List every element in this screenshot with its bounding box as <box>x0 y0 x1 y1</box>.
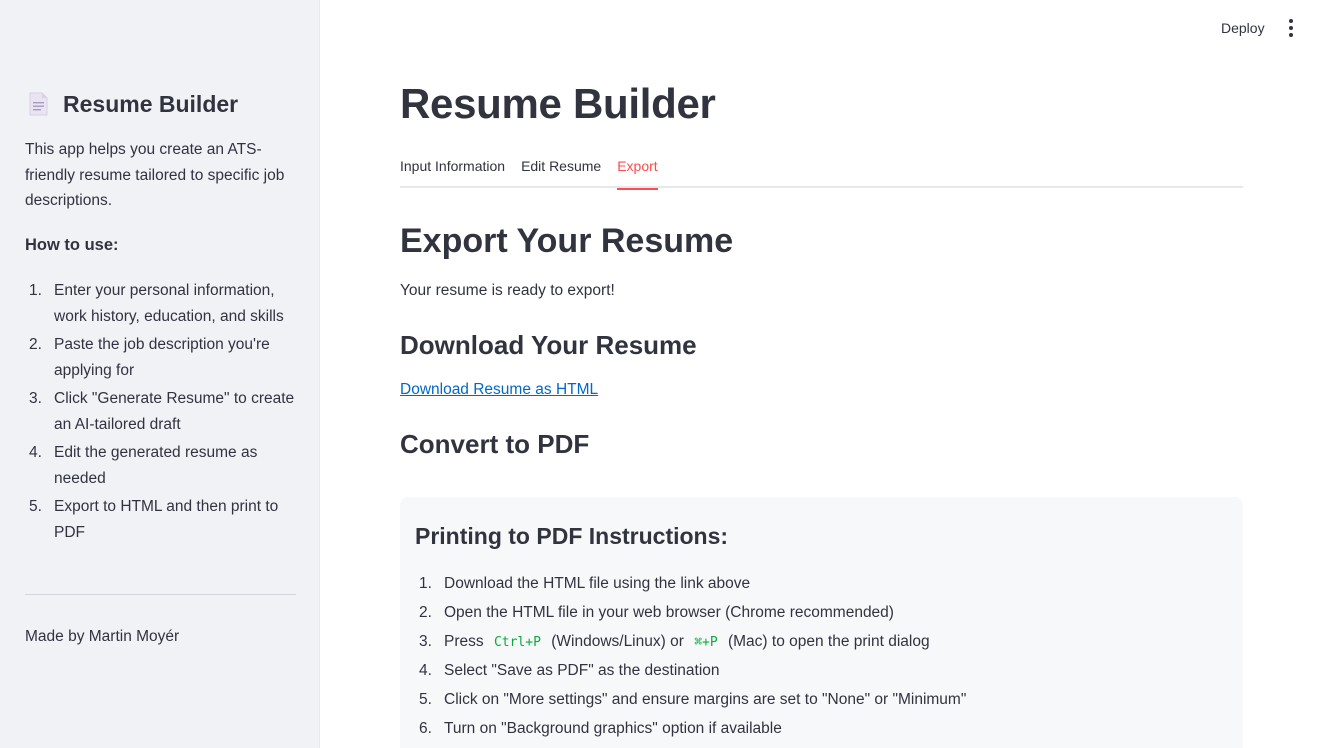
how-to-step: 2. Paste the job description you're appl… <box>25 332 295 383</box>
instruction-step: 4. Select "Save as PDF" as the destinati… <box>415 661 1228 681</box>
sidebar-divider <box>25 594 296 595</box>
tab-edit-resume[interactable]: Edit Resume <box>521 156 601 188</box>
sidebar-title: Resume Builder <box>63 90 239 117</box>
step-text-pre: Press <box>444 632 484 650</box>
step-text-mid: (Windows/Linux) or <box>551 632 684 650</box>
shortcut-code-windows: Ctrl+P <box>493 634 541 650</box>
step-text: Download the HTML file using the link ab… <box>444 575 751 592</box>
step-text: Click on "More settings" and ensure marg… <box>444 691 967 709</box>
how-to-step: 5. Export to HTML and then print to PDF <box>25 494 295 545</box>
step-text: Paste the job description you're applyin… <box>54 336 270 379</box>
page-title: Resume Builder <box>400 80 716 127</box>
step-text: Click "Generate Resume" to create an AI-… <box>54 390 295 433</box>
sidebar-title-row: Resume Builder <box>25 90 238 118</box>
deploy-button[interactable]: Deploy <box>1211 17 1275 39</box>
step-number: 2. <box>29 336 42 353</box>
step-number: 2. <box>419 603 432 621</box>
step-number: 1. <box>29 282 42 299</box>
instruction-step: 6. Turn on "Background graphics" option … <box>415 719 1228 739</box>
document-icon <box>25 90 51 118</box>
pdf-instructions-box: Printing to PDF Instructions: 1. Downloa… <box>400 497 1243 748</box>
step-text: Turn on "Background graphics" option if … <box>444 719 782 737</box>
instructions-list: 1. Download the HTML file using the link… <box>415 574 1228 739</box>
app-root: Resume Builder This app helps you create… <box>0 0 1330 748</box>
how-to-step: 4. Edit the generated resume as needed <box>25 440 295 491</box>
tab-bar: Input Information Edit Resume Export <box>400 156 1243 190</box>
how-to-step: 3. Click "Generate Resume" to create an … <box>25 386 295 437</box>
step-text: Edit the generated resume as needed <box>54 444 258 487</box>
step-text-post: (Mac) to open the print dialog <box>727 632 930 650</box>
export-heading: Export Your Resume <box>400 222 734 260</box>
kebab-menu-icon[interactable] <box>1282 17 1300 39</box>
instruction-step: 1. Download the HTML file using the link… <box>415 574 1228 594</box>
sidebar-footer: Made by Martin Moyér <box>25 628 180 645</box>
tab-input-information[interactable]: Input Information <box>400 156 505 188</box>
how-to-step: 1. Enter your personal information, work… <box>25 278 295 329</box>
step-number: 5. <box>29 498 42 515</box>
convert-heading: Convert to PDF <box>400 429 590 459</box>
instruction-step: 3. Press Ctrl+P (Windows/Linux) or ⌘+P (… <box>415 632 1228 653</box>
tab-export[interactable]: Export <box>617 156 659 190</box>
step-number: 1. <box>419 575 432 592</box>
sidebar-description: This app helps you create an ATS-friendl… <box>25 141 285 209</box>
step-number: 4. <box>419 662 432 680</box>
instructions-title: Printing to PDF Instructions: <box>415 523 729 549</box>
step-text: Enter your personal information, work hi… <box>54 282 284 325</box>
step-number: 3. <box>419 632 432 650</box>
download-html-link[interactable]: Download Resume as HTML <box>400 381 598 399</box>
ready-text: Your resume is ready to export! <box>400 282 615 299</box>
how-to-heading: How to use: <box>25 236 119 254</box>
shortcut-code-mac: ⌘+P <box>694 634 718 650</box>
how-to-steps: 1. Enter your personal information, work… <box>25 278 295 548</box>
step-number: 5. <box>419 691 432 709</box>
instruction-step: 2. Open the HTML file in your web browse… <box>415 603 1228 623</box>
step-text: Press Ctrl+P (Windows/Linux) or ⌘+P (Mac… <box>444 632 930 653</box>
step-text: Open the HTML file in your web browser (… <box>444 603 894 621</box>
download-heading: Download Your Resume <box>400 330 697 360</box>
sidebar: Resume Builder This app helps you create… <box>0 0 320 748</box>
step-number: 6. <box>419 719 432 737</box>
step-text: Export to HTML and then print to PDF <box>54 498 279 541</box>
step-number: 3. <box>29 390 42 407</box>
instruction-step: 5. Click on "More settings" and ensure m… <box>415 690 1228 710</box>
step-text: Select "Save as PDF" as the destination <box>444 662 720 680</box>
step-number: 4. <box>29 444 42 461</box>
